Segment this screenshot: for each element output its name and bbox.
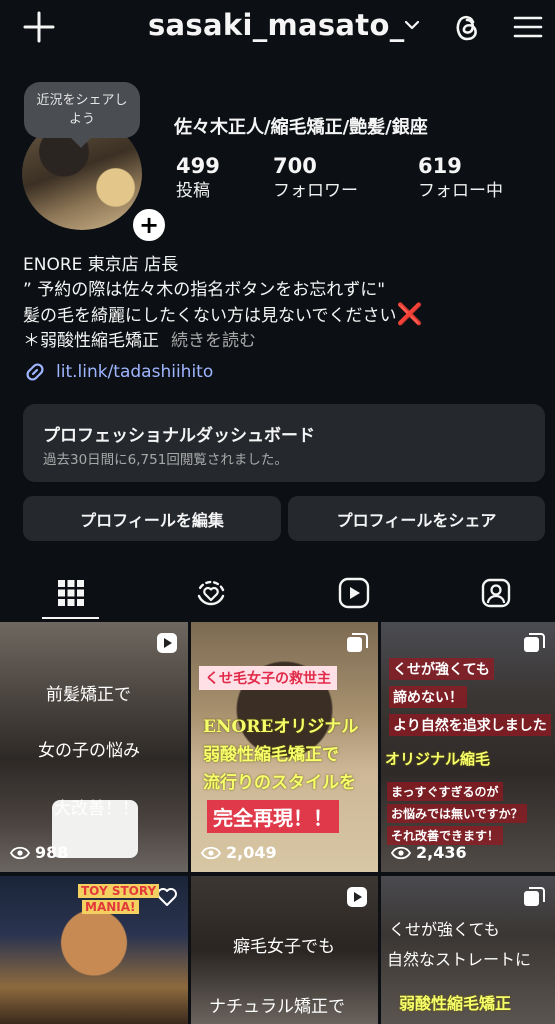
bio-line-3: 髪の毛を綺麗にしたくない方は見ないでください❌ — [23, 302, 543, 329]
post-caption: 前髪矯正で — [46, 685, 131, 705]
post-views: 2,436 — [391, 843, 467, 862]
top-bar: sasaki_masato_ — [0, 0, 555, 56]
bio-line-3-text: 髪の毛を綺麗にしたくない方は見ないでください — [23, 306, 397, 326]
post-caption: お悩みでは無いですか？ — [387, 804, 527, 823]
tab-reels[interactable] — [285, 565, 423, 621]
carousel-icon — [524, 887, 545, 906]
stat-followers-label: フォロワー — [273, 181, 358, 201]
eye-icon — [10, 846, 30, 859]
eye-icon — [201, 846, 221, 859]
tab-reposts[interactable] — [142, 565, 280, 621]
post-caption: 大改善！！ — [54, 799, 139, 819]
post-caption: オリジナル縮毛 — [385, 750, 491, 768]
post-tile[interactable]: くせが強くても 諦めない！ より自然を追求しました オリジナル縮毛 まっすぐすぎ… — [381, 622, 555, 872]
hamburger-menu-icon[interactable] — [512, 11, 544, 43]
play-icon — [338, 577, 370, 609]
post-tile[interactable]: くせが強くても 自然なストレートに 弱酸性縮毛矯正 — [381, 876, 555, 1024]
post-caption: ナチュラル矯正で — [209, 997, 345, 1017]
add-story-icon[interactable]: + — [130, 206, 168, 244]
reel-play-icon — [157, 633, 177, 653]
cross-mark-icon: ❌ — [396, 302, 423, 326]
bio-line-4: ＊弱酸性縮毛矯正 続きを読む — [23, 329, 543, 354]
stat-followers[interactable]: 700 フォロワー — [273, 153, 358, 203]
carousel-icon — [524, 633, 545, 652]
post-caption: まっすぐすぎるのが — [387, 782, 503, 801]
post-caption: 弱酸性縮毛矯正 — [399, 994, 512, 1013]
post-caption: くせ毛女子の救世主 — [199, 666, 337, 690]
chevron-down-icon[interactable] — [403, 16, 421, 34]
post-tile[interactable]: 癖毛女子でも ナチュラル矯正で — [191, 876, 378, 1024]
post-caption: 完全再現！！ — [207, 800, 339, 833]
post-tile[interactable]: 前髪矯正で 女の子の悩み 大改善！！ 988 — [0, 622, 188, 872]
stat-following-label: フォロー中 — [418, 181, 503, 201]
reels-heart-icon — [197, 580, 225, 606]
post-caption: 弱酸性縮毛矯正で — [203, 745, 339, 765]
threads-icon[interactable] — [450, 10, 484, 44]
post-caption: 自然なストレートに — [387, 950, 532, 969]
heart-icon — [157, 888, 177, 906]
tab-posts-grid[interactable] — [2, 565, 140, 621]
carousel-icon — [347, 633, 368, 652]
edit-profile-button[interactable]: プロフィールを編集 — [23, 496, 281, 541]
bio-line-2: ” 予約の際は佐々木の指名ボタンをお忘れずに" — [23, 279, 386, 300]
dashboard-subtitle: 過去30日間に6,751回閲覧されました。 — [43, 452, 288, 468]
bio-line-4-text: ＊弱酸性縮毛矯正 — [23, 330, 159, 351]
post-views-count: 2,049 — [226, 843, 277, 862]
post-caption: くせが強くても — [389, 920, 500, 939]
reel-play-icon — [347, 887, 367, 907]
post-views: 2,049 — [201, 843, 277, 862]
eye-icon — [391, 846, 411, 859]
grid-icon — [58, 580, 84, 606]
link-icon — [26, 363, 44, 381]
active-tab-indicator — [42, 617, 99, 619]
post-caption: ENOREオリジナル — [203, 717, 359, 737]
stat-posts-label: 投稿 — [176, 181, 210, 201]
post-views: 988 — [10, 843, 68, 862]
post-tile[interactable]: くせ毛女子の救世主 ENOREオリジナル 弱酸性縮毛矯正で 流行りのスタイルを … — [191, 622, 378, 872]
post-caption: 女の子の悩み — [38, 741, 140, 761]
bio-line-1: ENORE 東京店 店長 — [23, 255, 179, 275]
share-profile-button[interactable]: プロフィールをシェア — [288, 496, 545, 541]
tab-tagged[interactable] — [427, 565, 555, 621]
post-caption: 流行りのスタイルを — [203, 773, 356, 793]
profile-tabs — [0, 565, 555, 621]
post-caption: MANIA! — [82, 900, 139, 914]
plus-icon[interactable] — [22, 10, 56, 44]
post-caption: TOY STORY — [78, 884, 160, 898]
stat-following-value: 619 — [418, 154, 462, 178]
username[interactable]: sasaki_masato_ — [148, 8, 405, 42]
post-caption: くせが強くても — [389, 658, 494, 680]
professional-dashboard[interactable]: プロフェッショナルダッシュボード 過去30日間に6,751回閲覧されました。 — [23, 404, 545, 482]
dashboard-title: プロフェッショナルダッシュボード — [43, 426, 315, 446]
profile-link-text[interactable]: lit.link/tadashiihito — [56, 362, 213, 382]
profile-link[interactable]: lit.link/tadashiihito — [23, 360, 213, 384]
note-bubble[interactable]: 近況をシェアしよう — [24, 82, 140, 138]
post-tile[interactable]: TOY STORY MANIA! — [0, 876, 188, 1024]
read-more-link[interactable]: 続きを読む — [171, 331, 256, 351]
stat-followers-value: 700 — [273, 154, 317, 178]
tagged-person-icon — [481, 578, 511, 608]
post-caption: より自然を追求しました — [389, 714, 551, 736]
bio: ENORE 東京店 店長 ” 予約の際は佐々木の指名ボタンをお忘れずに" 髪の毛… — [23, 253, 543, 353]
post-caption: 諦めない！ — [389, 686, 467, 708]
post-views-count: 2,436 — [416, 843, 467, 862]
display-name: 佐々木正人/縮毛矯正/艶髪/銀座 — [174, 117, 428, 138]
note-bubble-text: 近況をシェアしよう — [36, 93, 128, 127]
post-caption: 癖毛女子でも — [233, 937, 335, 957]
post-grid: 前髪矯正で 女の子の悩み 大改善！！ 988 くせ毛女子の救世主 ENOREオリ… — [0, 622, 555, 1024]
stat-following[interactable]: 619 フォロー中 — [418, 153, 503, 203]
stat-posts[interactable]: 499 投稿 — [176, 153, 220, 203]
post-views-count: 988 — [35, 843, 69, 862]
stat-posts-value: 499 — [176, 154, 220, 178]
